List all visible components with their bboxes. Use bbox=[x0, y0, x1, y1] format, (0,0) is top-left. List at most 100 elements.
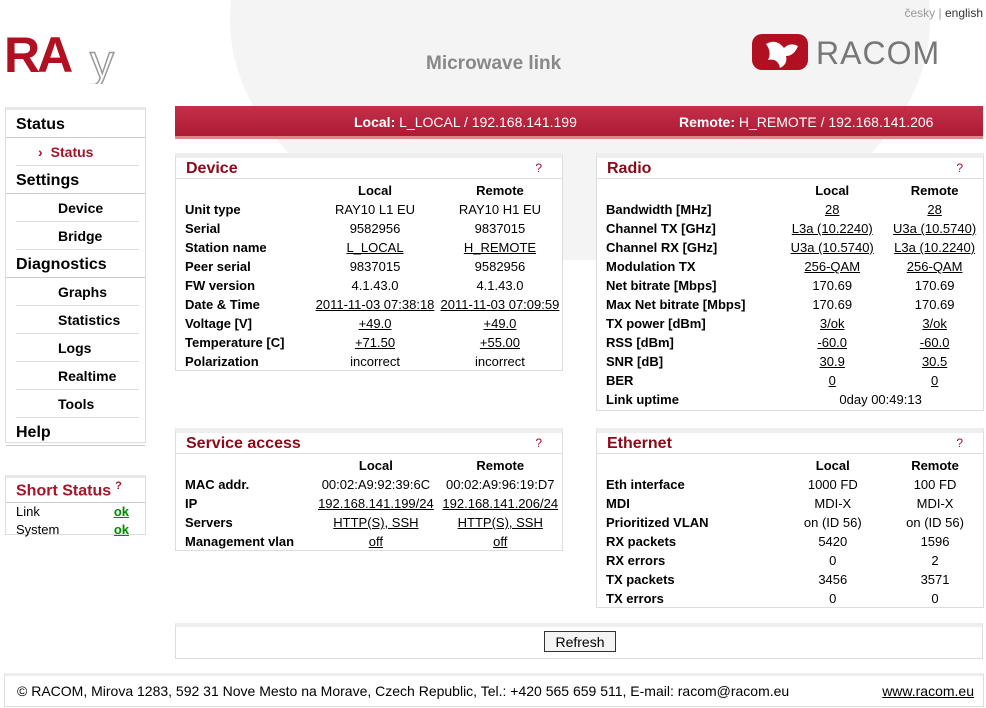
row-label: BER bbox=[606, 373, 634, 388]
remote-link[interactable]: 30.5 bbox=[922, 354, 947, 369]
sidebar-item-bridge[interactable]: Bridge bbox=[16, 222, 139, 250]
racom-website-link[interactable]: www.racom.eu bbox=[882, 676, 974, 706]
panel-header: Service access? bbox=[176, 433, 562, 454]
local-link[interactable]: -60.0 bbox=[817, 335, 847, 350]
local-link[interactable]: 256-QAM bbox=[804, 259, 860, 274]
table-row: IP 192.168.141.199/24 192.168.141.206/24 bbox=[185, 494, 562, 513]
sidebar-item-tools[interactable]: Tools bbox=[16, 390, 139, 418]
row-label: Bandwidth [MHz] bbox=[606, 202, 712, 217]
local-value: on (ID 56) bbox=[803, 515, 862, 530]
language-switch: česky | english bbox=[904, 6, 983, 20]
row-label: Max Net bitrate [Mbps] bbox=[606, 297, 746, 312]
remote-link[interactable]: 0 bbox=[931, 373, 938, 388]
service-table: Local Remote MAC addr. 00:02:A9:92:39:6C 00:… bbox=[185, 456, 562, 551]
remote-link[interactable]: -60.0 bbox=[920, 335, 950, 350]
panel-header: Device? bbox=[176, 158, 562, 179]
sidebar-item-status[interactable]: Status bbox=[16, 138, 139, 166]
local-link[interactable]: HTTP(S), SSH bbox=[333, 515, 418, 530]
local-value: 4.1.43.0 bbox=[351, 278, 399, 293]
racom-logo: RACOM bbox=[752, 34, 939, 71]
table-row: Management vlan off off bbox=[185, 532, 562, 551]
local-link[interactable]: +49.0 bbox=[359, 316, 392, 331]
lang-english-link[interactable]: english bbox=[945, 6, 983, 20]
remote-link[interactable]: off bbox=[493, 534, 507, 549]
local-value: 5420 bbox=[818, 534, 848, 549]
refresh-button[interactable]: Refresh bbox=[544, 631, 616, 652]
local-link[interactable]: U3a (10.5740) bbox=[791, 240, 874, 255]
footer-text: © RACOM, Mirova 1283, 592 31 Nove Mesto … bbox=[17, 683, 790, 699]
remote-link[interactable]: 28 bbox=[927, 202, 941, 217]
lang-czech-link[interactable]: česky bbox=[904, 6, 935, 20]
help-icon[interactable]: ? bbox=[535, 161, 542, 175]
help-icon[interactable]: ? bbox=[956, 436, 963, 450]
row-label: Station name bbox=[185, 240, 267, 255]
sidebar-item-graphs[interactable]: Graphs bbox=[16, 278, 139, 306]
local-link[interactable]: L3a (10.2240) bbox=[792, 221, 873, 236]
table-row: Modulation TX 256-QAM 256-QAM bbox=[606, 257, 983, 276]
table-row: Prioritized VLAN on (ID 56) on (ID 56) bbox=[606, 513, 983, 532]
remote-link[interactable]: H_REMOTE bbox=[464, 240, 536, 255]
panel-header: Radio? bbox=[597, 158, 983, 179]
link-status-value[interactable]: ok bbox=[114, 503, 129, 521]
sidebar-section-help[interactable]: Help bbox=[6, 418, 145, 446]
remote-value: 3571 bbox=[920, 572, 950, 587]
help-icon[interactable]: ? bbox=[535, 436, 542, 450]
table-row: RX errors 0 2 bbox=[606, 551, 983, 570]
local-link[interactable]: 192.168.141.199/24 bbox=[318, 496, 434, 511]
remote-link[interactable]: +49.0 bbox=[484, 316, 517, 331]
remote-link[interactable]: 192.168.141.206/24 bbox=[442, 496, 558, 511]
local-value: 9582956 bbox=[349, 221, 401, 236]
table-row: Peer serial 9837015 9582956 bbox=[185, 257, 562, 276]
remote-link[interactable]: U3a (10.5740) bbox=[893, 221, 976, 236]
col-remote: Remote bbox=[910, 183, 959, 198]
panel-title: Ethernet bbox=[607, 435, 672, 452]
remote-link[interactable]: 3/ok bbox=[922, 316, 947, 331]
remote-link[interactable]: 2011-11-03 07:09:59 bbox=[441, 297, 560, 312]
sidebar-section-diagnostics[interactable]: Diagnostics bbox=[6, 250, 145, 278]
help-icon[interactable]: ? bbox=[956, 161, 963, 175]
remote-link[interactable]: HTTP(S), SSH bbox=[458, 515, 543, 530]
local-link[interactable]: 0 bbox=[829, 373, 836, 388]
sidebar-section-settings[interactable]: Settings bbox=[6, 166, 145, 194]
device-panel: Device? Local Remote Unit type RAY10 L1 EU RA… bbox=[175, 153, 563, 371]
sidebar-item-logs[interactable]: Logs bbox=[16, 334, 139, 362]
refresh-bar: Refresh bbox=[175, 623, 983, 659]
row-label: Management vlan bbox=[185, 534, 295, 549]
table-row: TX packets 3456 3571 bbox=[606, 570, 983, 589]
remote-link[interactable]: 256-QAM bbox=[907, 259, 963, 274]
local-link[interactable]: 30.9 bbox=[820, 354, 845, 369]
remote-link[interactable]: L3a (10.2240) bbox=[894, 240, 975, 255]
remote-value: 9582956 bbox=[474, 259, 526, 274]
remote-value: 2 bbox=[931, 553, 939, 568]
sidebar-item-device[interactable]: Device bbox=[16, 194, 139, 222]
local-link[interactable]: L_LOCAL bbox=[346, 240, 403, 255]
remote-value: 4.1.43.0 bbox=[476, 278, 524, 293]
table-row: Bandwidth [MHz] 28 28 bbox=[606, 200, 983, 219]
local-value: 170.69 bbox=[812, 278, 853, 293]
sidebar-section-status[interactable]: Status bbox=[6, 110, 145, 138]
local-value: RAY10 L1 EU bbox=[335, 202, 415, 217]
local-link[interactable]: 2011-11-03 07:38:18 bbox=[316, 297, 435, 312]
local-link[interactable]: 28 bbox=[825, 202, 839, 217]
sidebar-item-realtime[interactable]: Realtime bbox=[16, 362, 139, 390]
short-status-title: Short Status bbox=[16, 482, 112, 500]
table-row: Channel TX [GHz] L3a (10.2240) U3a (10.574… bbox=[606, 219, 983, 238]
radio-panel: Radio? Local Remote Bandwidth [MHz] 28 28 Chan… bbox=[596, 153, 984, 411]
svg-text:RA: RA bbox=[4, 28, 72, 83]
ethernet-panel: Ethernet? Local Remote Eth interface 1000 FD… bbox=[596, 428, 984, 608]
table-row: MAC addr. 00:02:A9:92:39:6C 00:02:A9:96:19… bbox=[185, 475, 562, 494]
row-label: TX errors bbox=[606, 591, 664, 606]
sidebar-item-statistics[interactable]: Statistics bbox=[16, 306, 139, 334]
system-status-value[interactable]: ok bbox=[114, 521, 129, 539]
help-icon[interactable]: ? bbox=[115, 480, 122, 492]
remote-link[interactable]: +55.00 bbox=[480, 335, 520, 350]
local-link[interactable]: +71.50 bbox=[355, 335, 395, 350]
remote-value: 100 FD bbox=[913, 477, 957, 492]
footer: © RACOM, Mirova 1283, 592 31 Nove Mesto … bbox=[4, 673, 984, 707]
row-label: Date & Time bbox=[185, 297, 260, 312]
local-value: 170.69 bbox=[812, 297, 853, 312]
remote-value: 1596 bbox=[920, 534, 950, 549]
local-link[interactable]: off bbox=[369, 534, 383, 549]
local-link[interactable]: 3/ok bbox=[820, 316, 845, 331]
table-row: Servers HTTP(S), SSH HTTP(S), SSH bbox=[185, 513, 562, 532]
